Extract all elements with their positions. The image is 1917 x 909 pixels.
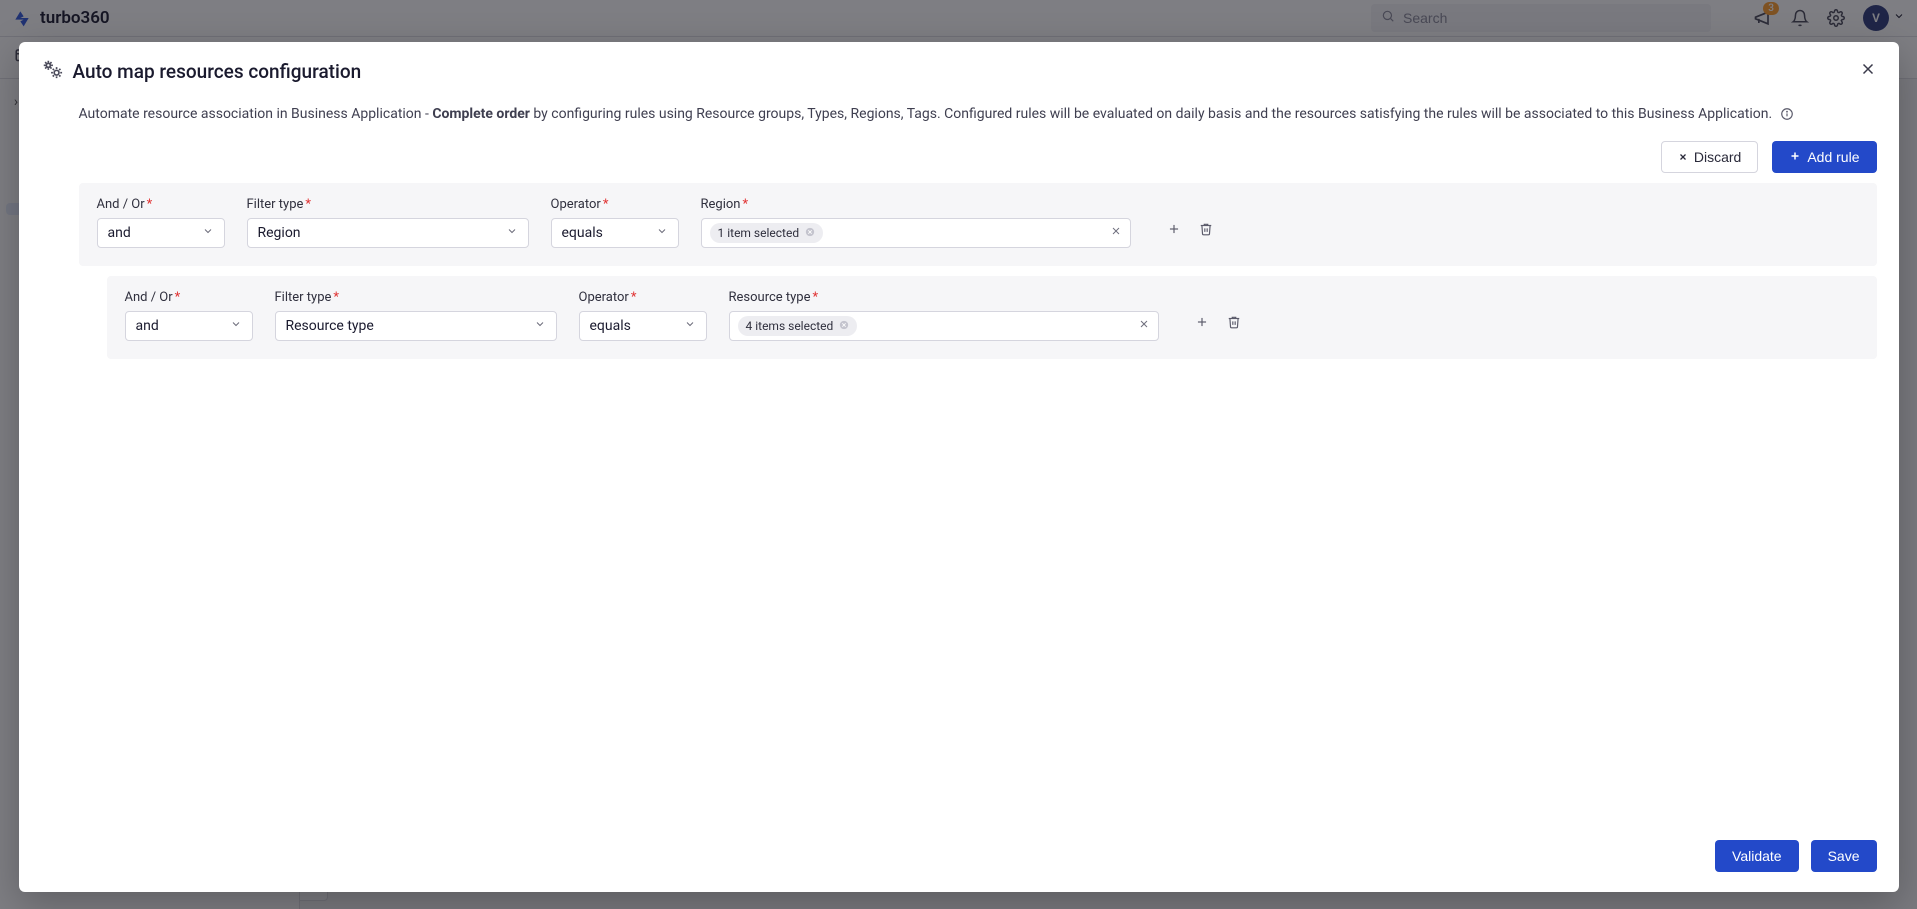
chevron-down-icon	[202, 225, 214, 241]
automap-modal: Auto map resources configuration Automat…	[19, 42, 1899, 892]
modal-overlay: Auto map resources configuration Automat…	[0, 0, 1917, 909]
select-value: Region	[258, 225, 301, 241]
and-or-select[interactable]: and	[97, 218, 225, 248]
close-icon	[1678, 149, 1688, 165]
field-label: And / Or*	[97, 197, 225, 212]
chevron-down-icon	[534, 318, 546, 334]
discard-button[interactable]: Discard	[1661, 141, 1758, 173]
and-or-select[interactable]: and	[125, 311, 253, 341]
chevron-down-icon	[506, 225, 518, 241]
chip-remove-icon[interactable]	[805, 226, 815, 240]
add-rule-label: Add rule	[1807, 149, 1859, 165]
close-button[interactable]	[1859, 60, 1877, 82]
field-label: Operator*	[579, 290, 707, 305]
chevron-down-icon	[656, 225, 668, 241]
plus-icon	[1789, 149, 1801, 165]
save-button[interactable]: Save	[1811, 840, 1877, 872]
save-label: Save	[1828, 848, 1860, 864]
field-label: Filter type*	[247, 197, 529, 212]
rule-row: And / Or* and Filter type* Region Operat…	[79, 183, 1877, 266]
info-icon[interactable]	[1780, 107, 1794, 121]
select-value: and	[136, 318, 159, 334]
field-label: Region*	[701, 197, 1131, 212]
chip-label: 4 items selected	[746, 319, 834, 333]
operator-select[interactable]: equals	[579, 311, 707, 341]
field-label: Resource type*	[729, 290, 1159, 305]
delete-rule-button[interactable]	[1227, 315, 1241, 333]
gears-icon	[41, 58, 63, 84]
chevron-down-icon	[684, 318, 696, 334]
chip-label: 1 item selected	[718, 226, 800, 240]
chevron-down-icon	[230, 318, 242, 334]
select-value: equals	[590, 318, 631, 334]
resource-type-multiselect[interactable]: 4 items selected	[729, 311, 1159, 341]
selection-chip: 4 items selected	[738, 316, 858, 336]
desc-prefix: Automate resource association in Busines…	[79, 106, 433, 122]
validate-label: Validate	[1732, 848, 1782, 864]
clear-all-icon[interactable]	[1138, 318, 1150, 334]
desc-appname: Complete order	[432, 106, 530, 122]
chip-remove-icon[interactable]	[839, 319, 849, 333]
modal-title: Auto map resources configuration	[73, 60, 1849, 83]
modal-description: Automate resource association in Busines…	[19, 92, 1899, 127]
discard-label: Discard	[1694, 149, 1741, 165]
add-rule-button[interactable]: Add rule	[1772, 141, 1876, 173]
delete-rule-button[interactable]	[1199, 222, 1213, 240]
rule-row: And / Or* and Filter type* Resource type…	[107, 276, 1877, 359]
filter-type-select[interactable]: Resource type	[275, 311, 557, 341]
field-label: Filter type*	[275, 290, 557, 305]
clear-all-icon[interactable]	[1110, 225, 1122, 241]
field-label: And / Or*	[125, 290, 253, 305]
region-multiselect[interactable]: 1 item selected	[701, 218, 1131, 248]
add-subrule-button[interactable]	[1167, 222, 1181, 240]
select-value: equals	[562, 225, 603, 241]
select-value: and	[108, 225, 131, 241]
rules-list: And / Or* and Filter type* Region Operat…	[19, 183, 1899, 824]
add-subrule-button[interactable]	[1195, 315, 1209, 333]
desc-suffix: by configuring rules using Resource grou…	[530, 106, 1772, 122]
validate-button[interactable]: Validate	[1715, 840, 1799, 872]
operator-select[interactable]: equals	[551, 218, 679, 248]
selection-chip: 1 item selected	[710, 223, 824, 243]
field-label: Operator*	[551, 197, 679, 212]
filter-type-select[interactable]: Region	[247, 218, 529, 248]
select-value: Resource type	[286, 318, 374, 334]
